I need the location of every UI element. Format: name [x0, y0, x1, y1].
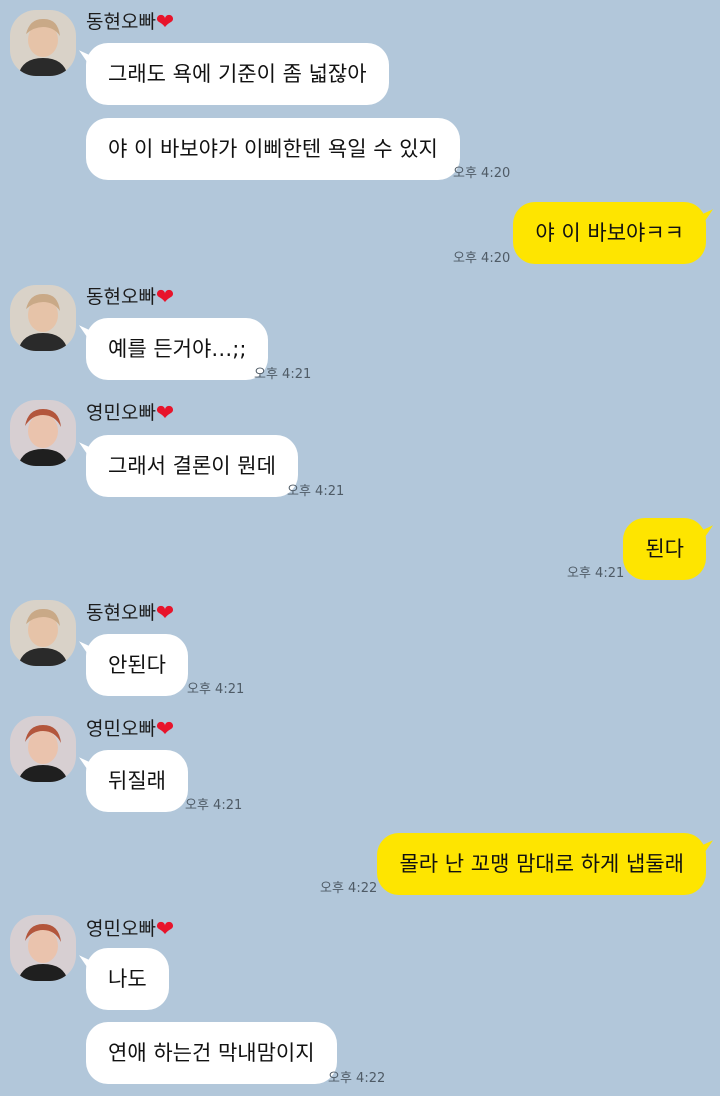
sender-name: 동현오빠❤ — [86, 285, 175, 310]
heart-icon: ❤ — [155, 717, 175, 742]
heart-icon: ❤ — [155, 917, 175, 942]
message-bubble: 그래서 결론이 뭔데 — [86, 435, 298, 497]
sender-name: 영민오빠❤ — [86, 401, 175, 426]
message-bubble: 안된다 — [86, 634, 188, 696]
avatar-donghyun[interactable] — [10, 600, 76, 666]
message-bubble: 뒤질래 — [86, 750, 188, 812]
timestamp: 오후 4:21 — [567, 566, 625, 581]
heart-icon: ❤ — [155, 401, 175, 426]
message-bubble: 연애 하는건 막내맘이지 — [86, 1022, 337, 1084]
message-bubble-outgoing: 야 이 바보야ㅋㅋ — [513, 202, 706, 264]
avatar-youngmin[interactable] — [10, 716, 76, 782]
avatar-youngmin[interactable] — [10, 400, 76, 466]
sender-name: 영민오빠❤ — [86, 717, 175, 742]
message-bubble-outgoing: 몰라 난 꼬맹 맘대로 하게 냅둘래 — [377, 833, 706, 895]
heart-icon: ❤ — [155, 10, 175, 35]
heart-icon: ❤ — [155, 285, 175, 310]
heart-icon: ❤ — [155, 601, 175, 626]
message-bubble: 야 이 바보야가 이삐한텐 욕일 수 있지 — [86, 118, 460, 180]
sender-name: 동현오빠❤ — [86, 601, 175, 626]
sender-name: 영민오빠❤ — [86, 917, 175, 942]
timestamp: 오후 4:21 — [185, 798, 243, 813]
timestamp: 오후 4:22 — [328, 1071, 386, 1086]
message-bubble: 나도 — [86, 948, 169, 1010]
timestamp: 오후 4:21 — [254, 367, 312, 382]
timestamp: 오후 4:20 — [453, 166, 511, 181]
message-bubble-outgoing: 된다 — [623, 518, 706, 580]
message-bubble: 예를 든거야…;; — [86, 318, 269, 380]
timestamp: 오후 4:22 — [320, 881, 378, 896]
avatar-youngmin[interactable] — [10, 915, 76, 981]
timestamp: 오후 4:20 — [453, 251, 511, 266]
message-bubble: 그래도 욕에 기준이 좀 넓잖아 — [86, 43, 389, 105]
sender-name: 동현오빠❤ — [86, 10, 175, 35]
timestamp: 오후 4:21 — [287, 484, 345, 499]
timestamp: 오후 4:21 — [187, 682, 245, 697]
avatar-donghyun[interactable] — [10, 10, 76, 76]
avatar-donghyun[interactable] — [10, 285, 76, 351]
